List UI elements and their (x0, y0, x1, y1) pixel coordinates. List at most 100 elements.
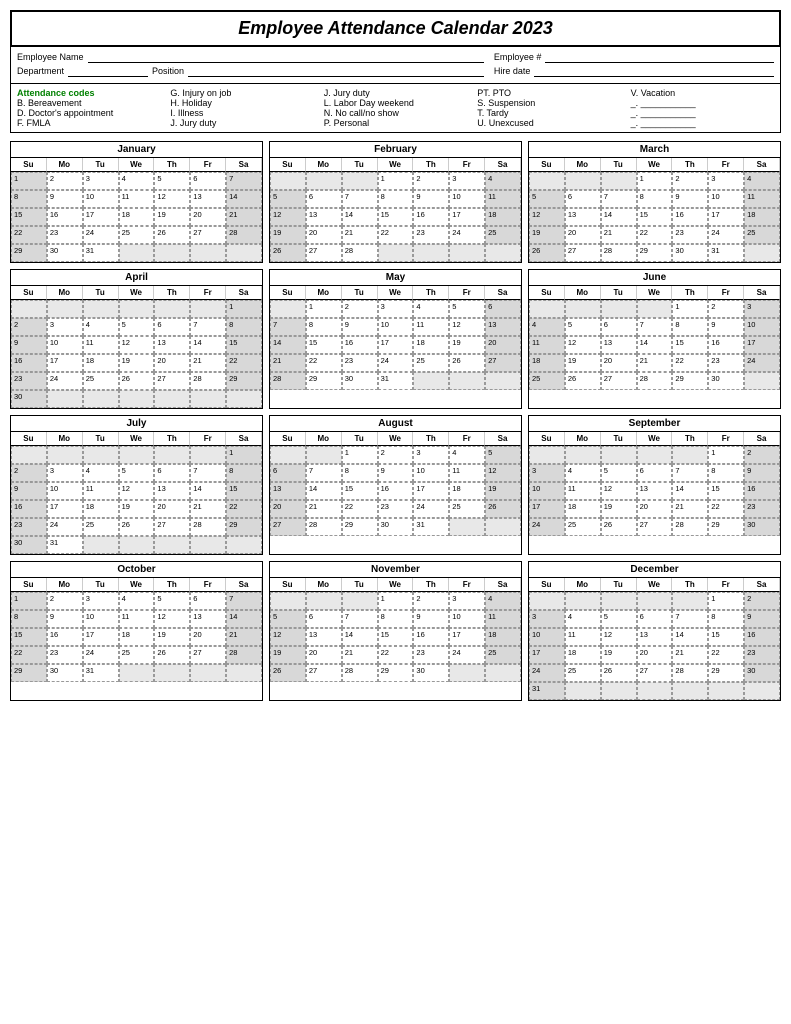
cal-cell[interactable] (672, 592, 708, 610)
cal-cell[interactable]: 21 (270, 354, 306, 372)
cal-cell[interactable]: 25 (83, 518, 119, 536)
cal-cell[interactable]: 16 (378, 482, 414, 500)
cal-cell[interactable]: 2 (11, 464, 47, 482)
cal-cell[interactable]: 21 (226, 628, 262, 646)
cal-cell[interactable]: 20 (637, 646, 673, 664)
cal-cell[interactable]: 22 (11, 646, 47, 664)
cal-cell[interactable]: 26 (154, 646, 190, 664)
cal-cell[interactable] (119, 536, 155, 554)
cal-cell[interactable]: 18 (485, 208, 521, 226)
cal-cell[interactable]: 4 (83, 318, 119, 336)
cal-cell[interactable]: 2 (47, 592, 83, 610)
cal-cell[interactable] (637, 682, 673, 700)
cal-cell[interactable]: 1 (306, 300, 342, 318)
cal-cell[interactable]: 25 (83, 372, 119, 390)
cal-cell[interactable]: 9 (744, 464, 780, 482)
cal-cell[interactable]: 20 (270, 500, 306, 518)
cal-cell[interactable]: 25 (529, 372, 565, 390)
cal-cell[interactable]: 3 (413, 446, 449, 464)
cal-cell[interactable]: 27 (154, 372, 190, 390)
cal-cell[interactable]: 26 (119, 372, 155, 390)
cal-cell[interactable]: 3 (529, 610, 565, 628)
cal-cell[interactable]: 7 (226, 592, 262, 610)
cal-cell[interactable]: 6 (306, 190, 342, 208)
cal-cell[interactable]: 24 (708, 226, 744, 244)
cal-cell[interactable]: 5 (565, 318, 601, 336)
cal-cell[interactable] (47, 390, 83, 408)
cal-cell[interactable]: 16 (672, 208, 708, 226)
cal-cell[interactable]: 22 (226, 354, 262, 372)
cal-cell[interactable]: 5 (449, 300, 485, 318)
cal-cell[interactable] (378, 244, 414, 262)
cal-cell[interactable]: 7 (190, 318, 226, 336)
cal-cell[interactable]: 17 (47, 500, 83, 518)
cal-cell[interactable]: 29 (11, 244, 47, 262)
cal-cell[interactable]: 12 (119, 482, 155, 500)
cal-cell[interactable]: 17 (83, 208, 119, 226)
cal-cell[interactable]: 2 (47, 172, 83, 190)
cal-cell[interactable]: 12 (119, 336, 155, 354)
cal-cell[interactable]: 1 (637, 172, 673, 190)
cal-cell[interactable]: 9 (378, 464, 414, 482)
cal-cell[interactable] (190, 446, 226, 464)
cal-cell[interactable]: 11 (119, 190, 155, 208)
cal-cell[interactable] (485, 518, 521, 536)
cal-cell[interactable]: 1 (378, 592, 414, 610)
cal-cell[interactable]: 3 (83, 172, 119, 190)
cal-cell[interactable]: 2 (708, 300, 744, 318)
cal-cell[interactable]: 20 (190, 628, 226, 646)
cal-cell[interactable]: 2 (744, 446, 780, 464)
cal-cell[interactable]: 7 (672, 464, 708, 482)
cal-cell[interactable]: 13 (565, 208, 601, 226)
cal-cell[interactable]: 18 (565, 500, 601, 518)
cal-cell[interactable] (306, 446, 342, 464)
cal-cell[interactable]: 16 (744, 628, 780, 646)
cal-cell[interactable]: 19 (485, 482, 521, 500)
cal-cell[interactable]: 17 (378, 336, 414, 354)
cal-cell[interactable]: 2 (413, 592, 449, 610)
cal-cell[interactable]: 27 (306, 244, 342, 262)
cal-cell[interactable]: 31 (378, 372, 414, 390)
cal-cell[interactable]: 1 (708, 592, 744, 610)
cal-cell[interactable]: 19 (529, 226, 565, 244)
cal-cell[interactable]: 16 (744, 482, 780, 500)
cal-cell[interactable]: 1 (342, 446, 378, 464)
cal-cell[interactable]: 23 (342, 354, 378, 372)
cal-cell[interactable]: 21 (601, 226, 637, 244)
cal-cell[interactable] (601, 446, 637, 464)
cal-cell[interactable] (154, 446, 190, 464)
cal-cell[interactable]: 10 (708, 190, 744, 208)
cal-cell[interactable]: 4 (413, 300, 449, 318)
cal-cell[interactable]: 3 (744, 300, 780, 318)
cal-cell[interactable] (154, 664, 190, 682)
cal-cell[interactable]: 4 (119, 592, 155, 610)
cal-cell[interactable]: 27 (190, 646, 226, 664)
cal-cell[interactable]: 26 (270, 664, 306, 682)
cal-cell[interactable]: 24 (378, 354, 414, 372)
cal-cell[interactable]: 8 (11, 190, 47, 208)
cal-cell[interactable]: 27 (485, 354, 521, 372)
cal-cell[interactable]: 16 (47, 208, 83, 226)
cal-cell[interactable]: 11 (485, 190, 521, 208)
cal-cell[interactable]: 9 (47, 610, 83, 628)
cal-cell[interactable]: 23 (11, 372, 47, 390)
cal-cell[interactable]: 12 (270, 628, 306, 646)
cal-cell[interactable]: 8 (306, 318, 342, 336)
cal-cell[interactable]: 6 (190, 592, 226, 610)
cal-cell[interactable]: 21 (190, 500, 226, 518)
cal-cell[interactable]: 23 (47, 226, 83, 244)
cal-cell[interactable] (744, 372, 780, 390)
cal-cell[interactable]: 6 (270, 464, 306, 482)
cal-cell[interactable]: 10 (529, 482, 565, 500)
cal-cell[interactable]: 27 (565, 244, 601, 262)
cal-cell[interactable]: 2 (672, 172, 708, 190)
cal-cell[interactable]: 14 (226, 610, 262, 628)
cal-cell[interactable] (119, 300, 155, 318)
cal-cell[interactable]: 7 (637, 318, 673, 336)
cal-cell[interactable]: 21 (672, 500, 708, 518)
cal-cell[interactable]: 17 (744, 336, 780, 354)
cal-cell[interactable]: 20 (306, 646, 342, 664)
cal-cell[interactable]: 22 (637, 226, 673, 244)
cal-cell[interactable]: 23 (744, 500, 780, 518)
cal-cell[interactable] (47, 300, 83, 318)
